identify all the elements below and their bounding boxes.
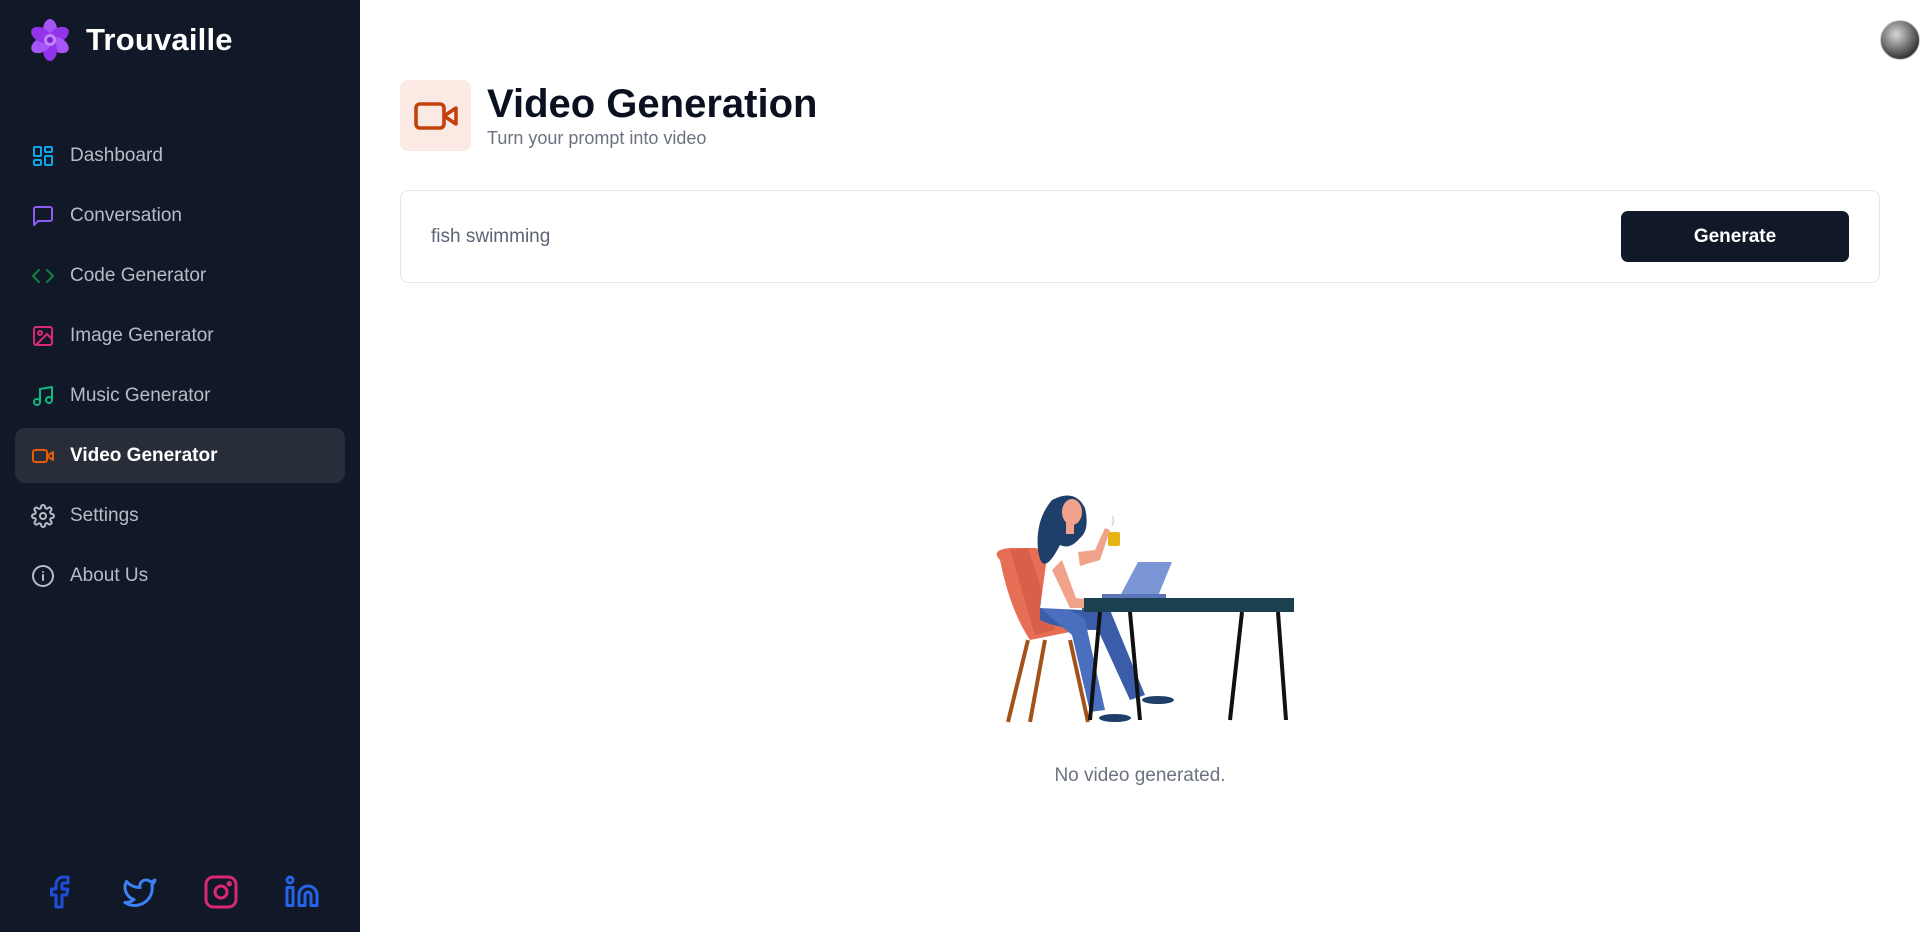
sidebar-item-label: About Us xyxy=(70,564,149,586)
social-links xyxy=(0,872,360,912)
sidebar-item-conversation[interactable]: Conversation xyxy=(15,188,345,243)
flower-logo-icon xyxy=(31,19,69,61)
facebook-icon[interactable] xyxy=(39,872,79,912)
dashboard-icon xyxy=(30,143,56,169)
chat-icon xyxy=(30,203,56,229)
sidebar: Trouvaille Dashboard Conversation Code G… xyxy=(0,0,360,932)
image-icon xyxy=(30,323,56,349)
sidebar-item-about-us[interactable]: About Us xyxy=(15,548,345,603)
brand[interactable]: Trouvaille xyxy=(28,18,233,62)
sidebar-nav: Dashboard Conversation Code Generator Im… xyxy=(15,128,345,608)
instagram-icon[interactable] xyxy=(201,872,241,912)
twitter-icon[interactable] xyxy=(120,872,160,912)
sidebar-item-label: Dashboard xyxy=(70,144,163,166)
empty-state: No video generated. xyxy=(980,490,1300,787)
sidebar-item-settings[interactable]: Settings xyxy=(15,488,345,543)
sidebar-item-video-generator[interactable]: Video Generator xyxy=(15,428,345,483)
info-icon xyxy=(30,563,56,589)
generate-button[interactable]: Generate xyxy=(1621,211,1849,262)
gear-icon xyxy=(30,503,56,529)
sidebar-item-dashboard[interactable]: Dashboard xyxy=(15,128,345,183)
prompt-input[interactable] xyxy=(431,225,1621,248)
sidebar-item-label: Settings xyxy=(70,504,139,526)
sidebar-item-label: Music Generator xyxy=(70,384,211,406)
sidebar-item-label: Image Generator xyxy=(70,324,214,346)
music-icon xyxy=(30,383,56,409)
brand-name: Trouvaille xyxy=(86,22,233,57)
sidebar-item-image-generator[interactable]: Image Generator xyxy=(15,308,345,363)
prompt-form: Generate xyxy=(400,190,1880,283)
user-avatar[interactable] xyxy=(1880,20,1920,60)
video-icon xyxy=(30,443,56,469)
empty-state-illustration xyxy=(996,495,1294,723)
page-header: Video Generation Turn your prompt into v… xyxy=(400,80,817,151)
code-icon xyxy=(30,263,56,289)
app: Trouvaille Dashboard Conversation Code G… xyxy=(0,0,1920,932)
page-subtitle: Turn your prompt into video xyxy=(487,128,707,148)
empty-state-message: No video generated. xyxy=(1054,765,1226,786)
sidebar-item-label: Conversation xyxy=(70,204,182,226)
linkedin-icon[interactable] xyxy=(282,872,322,912)
sidebar-item-label: Code Generator xyxy=(70,264,207,286)
video-camera-icon xyxy=(400,80,471,151)
header-text: Video Generation Turn your prompt into v… xyxy=(487,82,817,149)
sidebar-item-code-generator[interactable]: Code Generator xyxy=(15,248,345,303)
sidebar-item-label: Video Generator xyxy=(70,444,218,466)
sidebar-item-music-generator[interactable]: Music Generator xyxy=(15,368,345,423)
main-content: Video Generation Turn your prompt into v… xyxy=(360,0,1920,932)
page-title: Video Generation xyxy=(487,82,818,126)
